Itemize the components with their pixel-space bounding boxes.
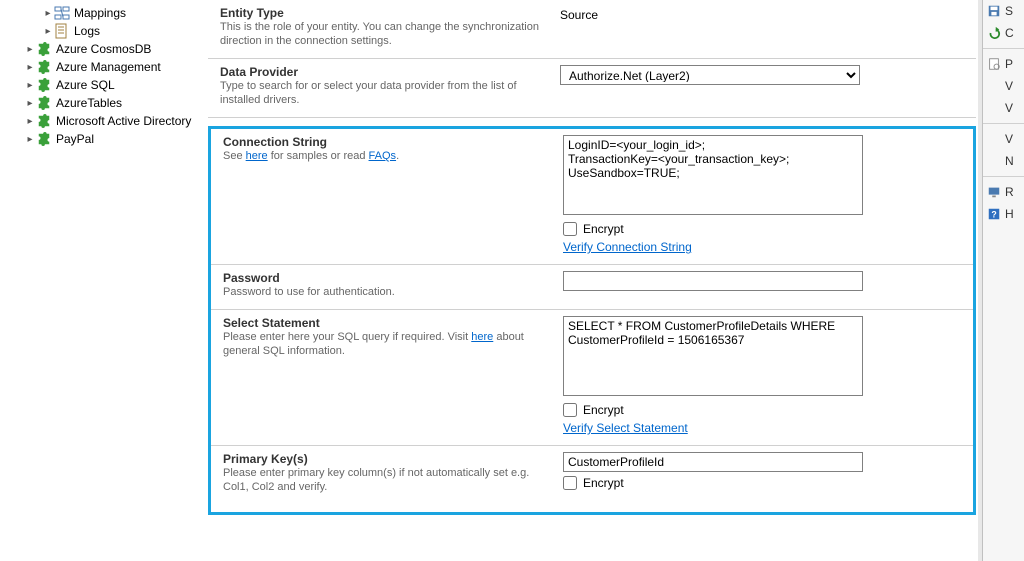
- data-provider-title: Data Provider: [220, 65, 548, 79]
- tree-label: Microsoft Active Directory: [56, 114, 191, 128]
- select-stmt-encrypt-checkbox[interactable]: [563, 403, 577, 417]
- chevron-right-icon: ▸: [42, 26, 54, 37]
- tree-item-azure-cosmos[interactable]: ▸ Azure CosmosDB: [0, 40, 200, 58]
- puzzle-icon: [36, 113, 52, 129]
- action-undo[interactable]: C: [983, 22, 1024, 44]
- logs-icon: [54, 23, 70, 39]
- connection-string-encrypt-checkbox[interactable]: [563, 222, 577, 236]
- puzzle-icon: [36, 41, 52, 57]
- entity-type-desc: This is the role of your entity. You can…: [220, 20, 548, 48]
- entity-type-title: Entity Type: [220, 6, 548, 20]
- tree-item-logs[interactable]: ▸ Logs: [0, 22, 200, 40]
- action-n[interactable]: N: [983, 150, 1024, 172]
- tree-item-paypal[interactable]: ▸ PayPal: [0, 130, 200, 148]
- undo-icon: [987, 26, 1001, 40]
- tree-label: Mappings: [74, 6, 126, 20]
- tree-label: Logs: [74, 24, 100, 38]
- tree-label: PayPal: [56, 132, 94, 146]
- primary-key-desc: Please enter primary key column(s) if no…: [223, 466, 551, 494]
- form-pane: Entity Type This is the role of your ent…: [208, 0, 976, 561]
- data-provider-desc: Type to search for or select your data p…: [220, 79, 548, 107]
- action-help[interactable]: ? H: [983, 203, 1024, 225]
- password-desc: Password to use for authentication.: [223, 285, 551, 299]
- chevron-right-icon: ▸: [24, 62, 36, 73]
- encrypt-label: Encrypt: [583, 403, 624, 417]
- tree-item-azure-mgmt[interactable]: ▸ Azure Management: [0, 58, 200, 76]
- primary-key-encrypt-checkbox[interactable]: [563, 476, 577, 490]
- highlighted-config-box: Connection String See here for samples o…: [208, 126, 976, 515]
- section-primary-key: Primary Key(s) Please enter primary key …: [211, 446, 973, 504]
- primary-key-title: Primary Key(s): [223, 452, 551, 466]
- actions-pane: S C P V V V N R ? H: [982, 0, 1024, 561]
- tree-item-ms-ad[interactable]: ▸ Microsoft Active Directory: [0, 112, 200, 130]
- chevron-right-icon: ▸: [24, 44, 36, 55]
- primary-key-input[interactable]: [563, 452, 863, 472]
- document-icon: [987, 57, 1001, 71]
- data-provider-select[interactable]: Authorize.Net (Layer2): [560, 65, 860, 85]
- chevron-right-icon: ▸: [24, 80, 36, 91]
- action-v2[interactable]: V: [983, 97, 1024, 119]
- monitor-icon: [987, 185, 1001, 199]
- encrypt-label: Encrypt: [583, 476, 624, 490]
- connection-string-title: Connection String: [223, 135, 551, 149]
- connection-string-textarea[interactable]: [563, 135, 863, 215]
- section-password: Password Password to use for authenticat…: [211, 265, 973, 310]
- puzzle-icon: [36, 131, 52, 147]
- password-input[interactable]: [563, 271, 863, 291]
- samples-link[interactable]: here: [246, 150, 268, 162]
- mappings-icon: [54, 5, 70, 21]
- section-data-provider: Data Provider Type to search for or sele…: [208, 59, 976, 118]
- puzzle-icon: [36, 77, 52, 93]
- select-stmt-desc: Please enter here your SQL query if requ…: [223, 330, 551, 358]
- select-stmt-title: Select Statement: [223, 316, 551, 330]
- tree-item-azure-tables[interactable]: ▸ AzureTables: [0, 94, 200, 112]
- section-select-statement: Select Statement Please enter here your …: [211, 310, 973, 446]
- puzzle-icon: [36, 95, 52, 111]
- tree-label: Azure SQL: [56, 78, 115, 92]
- action-save[interactable]: S: [983, 0, 1024, 22]
- section-entity-type: Entity Type This is the role of your ent…: [208, 0, 976, 59]
- action-refresh[interactable]: R: [983, 181, 1024, 203]
- action-v1[interactable]: V: [983, 75, 1024, 97]
- section-connection-string: Connection String See here for samples o…: [211, 129, 973, 265]
- verify-connection-string-link[interactable]: Verify Connection String: [563, 240, 692, 254]
- select-stmt-textarea[interactable]: [563, 316, 863, 396]
- encrypt-label: Encrypt: [583, 222, 624, 236]
- puzzle-icon: [36, 59, 52, 75]
- tree-label: Azure CosmosDB: [56, 42, 151, 56]
- connection-string-desc: See here for samples or read FAQs.: [223, 149, 551, 163]
- action-v3[interactable]: V: [983, 128, 1024, 150]
- faqs-link[interactable]: FAQs: [369, 150, 397, 162]
- chevron-right-icon: ▸: [24, 134, 36, 145]
- entity-type-value: Source: [560, 6, 598, 22]
- tree-item-azure-sql[interactable]: ▸ Azure SQL: [0, 76, 200, 94]
- tree-label: Azure Management: [56, 60, 161, 74]
- tree-item-mappings[interactable]: ▸ Mappings: [0, 4, 200, 22]
- verify-select-stmt-link[interactable]: Verify Select Statement: [563, 421, 688, 435]
- svg-text:?: ?: [991, 210, 996, 220]
- action-preview[interactable]: P: [983, 53, 1024, 75]
- chevron-right-icon: ▸: [24, 98, 36, 109]
- help-icon: ?: [987, 207, 1001, 221]
- chevron-right-icon: ▸: [24, 116, 36, 127]
- tree-label: AzureTables: [56, 96, 122, 110]
- sql-info-link[interactable]: here: [471, 331, 493, 343]
- tree-pane: ▸ Mappings ▸ Logs ▸ Azure CosmosDB ▸ Azu…: [0, 0, 200, 561]
- password-title: Password: [223, 271, 551, 285]
- chevron-right-icon: ▸: [42, 8, 54, 19]
- floppy-icon: [987, 4, 1001, 18]
